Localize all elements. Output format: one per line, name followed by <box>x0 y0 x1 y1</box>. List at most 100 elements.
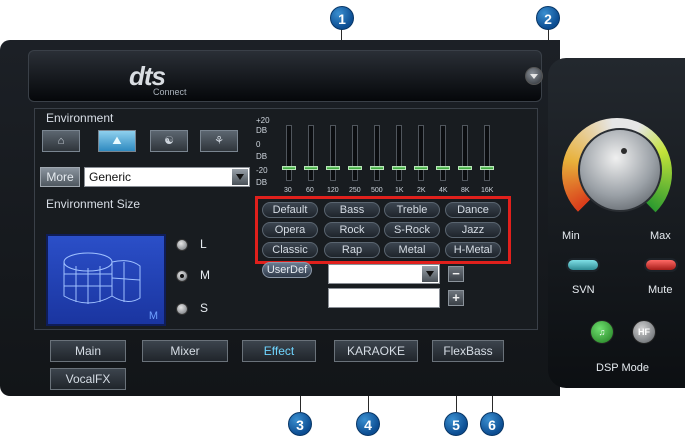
volume-max-label: Max <box>650 230 671 242</box>
more-button[interactable]: More <box>40 167 80 187</box>
preset-name-input[interactable] <box>328 288 440 308</box>
callout-badge: 4 <box>356 412 380 436</box>
callout-badge: 1 <box>330 6 354 30</box>
preset-h-metal-button[interactable]: H-Metal <box>445 242 501 258</box>
callout-badge: 3 <box>288 412 312 436</box>
equalizer: +20 DB 0 DB -20 DB 30 60 120 250 500 1K … <box>256 113 506 194</box>
environment-title: Environment <box>46 111 114 125</box>
preset-s-rock-button[interactable]: S-Rock <box>384 222 440 238</box>
db-label: +20 <box>256 116 270 125</box>
title-bar: dts Connect <box>28 50 543 102</box>
eq-slider-16k[interactable] <box>480 125 494 181</box>
eq-slider-60[interactable] <box>304 125 318 181</box>
freq-label: 8K <box>461 187 470 194</box>
chevron-down-icon[interactable] <box>422 266 438 282</box>
db-label: DB <box>256 178 268 187</box>
eq-slider-250[interactable] <box>348 125 362 181</box>
preset-classic-button[interactable]: Classic <box>262 242 318 258</box>
eq-slider-thumb[interactable] <box>282 166 296 170</box>
environment-select-value: Generic <box>89 170 132 184</box>
svn-toggle[interactable] <box>566 258 600 272</box>
delete-preset-button[interactable]: − <box>448 266 464 282</box>
freq-label: 30 <box>284 187 292 194</box>
env-arena-icon[interactable]: ⛰ <box>98 130 136 152</box>
size-label-s: S <box>200 301 209 315</box>
freq-label: 500 <box>371 187 383 194</box>
tab-karaoke[interactable]: KARAOKE <box>334 340 418 362</box>
size-radio-l[interactable] <box>176 239 188 251</box>
env-hall-icon[interactable]: ☯ <box>150 130 188 152</box>
env-outdoor-icon[interactable]: ⚘ <box>200 130 238 152</box>
tab-mixer[interactable]: Mixer <box>142 340 228 362</box>
freq-label: 250 <box>349 187 361 194</box>
hf-button[interactable]: HF <box>632 320 656 344</box>
eq-slider-thumb[interactable] <box>480 166 494 170</box>
tab-vocalfx[interactable]: VocalFX <box>50 368 126 390</box>
preset-metal-button[interactable]: Metal <box>384 242 440 258</box>
dsp-mode-icon: ♫ <box>598 327 606 337</box>
eq-slider-500[interactable] <box>370 125 384 181</box>
size-label-m: M <box>200 268 210 282</box>
freq-label: 16K <box>481 187 494 194</box>
environment-size-title: Environment Size <box>46 197 141 211</box>
menu-dropdown-button[interactable] <box>525 67 543 85</box>
db-label: 0 <box>256 140 261 149</box>
env-room-icon[interactable]: ⌂ <box>42 130 80 152</box>
db-label: DB <box>256 126 268 135</box>
freq-label: 60 <box>306 187 314 194</box>
eq-slider-thumb[interactable] <box>370 166 384 170</box>
preset-bass-button[interactable]: Bass <box>324 202 380 218</box>
eq-slider-thumb[interactable] <box>326 166 340 170</box>
tab-effect[interactable]: Effect <box>242 340 316 362</box>
eq-slider-120[interactable] <box>326 125 340 181</box>
freq-label: 4K <box>439 187 448 194</box>
eq-slider-thumb[interactable] <box>348 166 362 170</box>
eq-slider-thumb[interactable] <box>414 166 428 170</box>
volume-knob[interactable] <box>578 128 662 212</box>
size-label-l: L <box>200 237 207 251</box>
room-wireframe-icon <box>63 252 141 304</box>
volume-min-label: Min <box>562 230 580 242</box>
eq-slider-2k[interactable] <box>414 125 428 181</box>
preset-treble-button[interactable]: Treble <box>384 202 440 218</box>
callout-badge: 5 <box>444 412 468 436</box>
preset-opera-button[interactable]: Opera <box>262 222 318 238</box>
size-radio-m[interactable] <box>176 270 188 282</box>
mute-label: Mute <box>648 284 673 296</box>
knob-indicator-icon <box>621 148 627 154</box>
preset-dance-button[interactable]: Dance <box>445 202 501 218</box>
environment-size-preview: M <box>46 234 166 326</box>
tab-flexbass[interactable]: FlexBass <box>432 340 504 362</box>
callout-badge: 2 <box>536 6 560 30</box>
dsp-mode-button[interactable]: ♫ <box>590 320 614 344</box>
eq-slider-thumb[interactable] <box>304 166 318 170</box>
size-radio-s[interactable] <box>176 303 188 315</box>
eq-slider-4k[interactable] <box>436 125 450 181</box>
userdef-select[interactable] <box>328 264 440 284</box>
freq-label: 2K <box>417 187 426 194</box>
mute-toggle[interactable] <box>644 258 678 272</box>
preset-rock-button[interactable]: Rock <box>324 222 380 238</box>
eq-slider-thumb[interactable] <box>436 166 450 170</box>
preset-rap-button[interactable]: Rap <box>324 242 380 258</box>
add-preset-button[interactable]: + <box>448 290 464 306</box>
preset-default-button[interactable]: Default <box>262 202 318 218</box>
db-label: -20 <box>256 166 268 175</box>
db-label: DB <box>256 152 268 161</box>
logo-subtitle: Connect <box>153 87 187 97</box>
eq-slider-thumb[interactable] <box>458 166 472 170</box>
freq-label: 1K <box>395 187 404 194</box>
tab-main[interactable]: Main <box>50 340 126 362</box>
dsp-mode-label: DSP Mode <box>596 362 649 374</box>
preset-jazz-button[interactable]: Jazz <box>445 222 501 238</box>
chevron-down-icon[interactable] <box>232 169 248 185</box>
userdef-button[interactable]: UserDef <box>262 262 312 278</box>
environment-select[interactable]: Generic <box>84 167 250 187</box>
eq-slider-thumb[interactable] <box>392 166 406 170</box>
svn-label: SVN <box>572 284 595 296</box>
eq-slider-30[interactable] <box>282 125 296 181</box>
callout-badge: 6 <box>480 412 504 436</box>
freq-label: 120 <box>327 187 339 194</box>
eq-slider-1k[interactable] <box>392 125 406 181</box>
eq-slider-8k[interactable] <box>458 125 472 181</box>
